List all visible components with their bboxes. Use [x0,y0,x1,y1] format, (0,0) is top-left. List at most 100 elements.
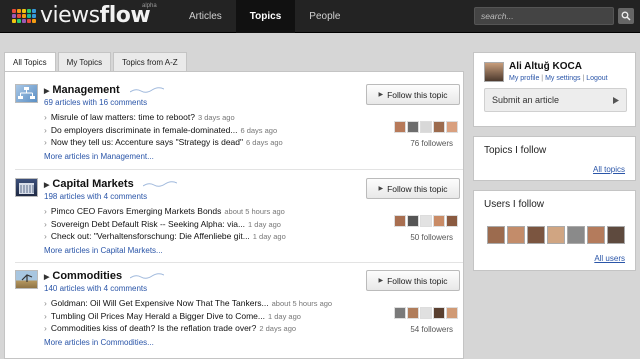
my-profile-link[interactable]: My profile [509,75,539,82]
avatar[interactable] [527,226,545,244]
more-articles-link[interactable]: More articles in Commodities... [44,338,154,347]
avatar[interactable] [433,307,445,319]
follow-topic-button[interactable]: ▶ Follow this topic [366,270,460,291]
follower-avatars [394,121,459,133]
my-settings-link[interactable]: My settings [545,75,580,82]
avatar[interactable] [484,62,504,82]
list-item[interactable]: › Tumbling Oil Prices May Herald a Bigger… [44,310,344,323]
activity-sparkline-icon [143,181,177,187]
topic-thumbnail[interactable] [15,84,38,103]
followers-count: 50 followers [410,233,453,242]
follow-topic-button[interactable]: ▶ Follow this topic [366,178,460,199]
topic-title-text: Commodities [52,270,123,282]
nav-people[interactable]: People [295,0,354,33]
follower-avatars [394,215,459,227]
list-item[interactable]: › Goldman: Oil Will Get Expensive Now Tha… [44,297,344,310]
list-item[interactable]: › Now they tell us: Accenture says "Strat… [44,136,344,149]
avatar[interactable] [394,307,406,319]
avatar[interactable] [547,226,565,244]
list-item[interactable]: › Do employers discriminate in female-dom… [44,124,344,137]
bullet-icon: › [44,231,47,241]
article-title: Tumbling Oil Prices May Herald a Bigger … [50,310,265,321]
follow-label: Follow this topic [387,89,448,100]
topic-thumbnail[interactable] [15,178,38,197]
search-button[interactable] [618,8,634,24]
avatar[interactable] [487,226,505,244]
article-title: Goldman: Oil Will Get Expensive Now That… [50,298,269,308]
building-icon [19,183,34,194]
tab-my-topics[interactable]: My Topics [57,52,112,72]
play-icon: ▶ [378,278,384,284]
list-item[interactable]: › Commodities kiss of death? Is the refla… [44,322,344,335]
article-time: 6 days ago [246,138,283,147]
nav-topics[interactable]: Topics [235,0,296,33]
logo-text: viewsflow [40,5,151,27]
divider [15,262,463,263]
list-item[interactable]: › Sovereign Debt Default Risk -- Seeking … [44,218,344,231]
more-articles-link[interactable]: More articles in Capital Markets... [44,246,163,255]
followers-count: 76 followers [410,139,453,148]
search-icon [621,11,631,21]
topic-title[interactable]: ▶ Capital Markets [44,178,134,190]
article-time: 3 days ago [197,113,235,122]
article-list: › Misrule of law matters: time to reboot?… [44,111,344,149]
all-topics-link[interactable]: All topics [593,165,625,174]
article-title: Misrule of law matters: time to reboot? [50,112,195,122]
avatar[interactable] [420,121,432,133]
article-time: 1 day ago [248,219,281,229]
list-item[interactable]: › Misrule of law matters: time to reboot?… [44,111,344,124]
list-item[interactable]: › Check out: "Verhaltensforschung: Die Af… [44,230,344,243]
avatar[interactable] [407,121,419,133]
avatar[interactable] [433,121,445,133]
link-separator: | [582,75,585,82]
tab-all-topics[interactable]: All Topics [4,52,56,73]
avatar[interactable] [567,226,585,244]
follow-topic-button[interactable]: ▶ Follow this topic [366,84,460,105]
search-input[interactable] [474,7,614,25]
topic-title-text: Management [52,84,120,96]
logout-link[interactable]: Logout [586,75,607,82]
avatar[interactable] [394,215,406,227]
user-name[interactable]: Ali Altuğ KOCA [509,61,582,72]
avatar[interactable] [420,215,432,227]
avatar[interactable] [433,215,445,227]
logo[interactable]: viewsflow [12,4,151,28]
avatar[interactable] [446,215,458,227]
topic-meta[interactable]: 69 articles with 16 comments [44,98,147,107]
avatar[interactable] [607,226,625,244]
list-item[interactable]: › Pimco CEO Favors Emerging Markets Bonds… [44,205,344,218]
topic-meta[interactable]: 140 articles with 4 comments [44,284,147,293]
avatar[interactable] [407,307,419,319]
activity-sparkline-icon [130,87,164,93]
user-card: Ali Altuğ KOCA My profile | My settings … [473,52,636,127]
topic-card-capital-markets: ▶ Capital Markets 198 articles with 4 com… [15,178,463,263]
all-users-link[interactable]: All users [594,254,625,263]
article-time: 2 days ago [259,324,297,333]
more-articles-link[interactable]: More articles in Management... [44,152,154,161]
nav-articles[interactable]: Articles [175,0,236,33]
avatar[interactable] [507,226,525,244]
activity-sparkline-icon [130,273,164,279]
bullet-icon: › [44,298,47,308]
divider [15,169,463,170]
tab-topics-a-z[interactable]: Topics from A-Z [113,52,187,72]
avatar[interactable] [446,121,458,133]
avatar[interactable] [394,121,406,133]
avatar[interactable] [587,226,605,244]
bullet-icon: › [44,218,47,229]
avatar[interactable] [446,307,458,319]
topic-meta[interactable]: 198 articles with 4 comments [44,192,147,201]
topic-thumbnail[interactable] [15,270,38,289]
avatar[interactable] [407,215,419,227]
box-title: Users I follow [484,199,545,210]
topic-tabs: All Topics My Topics Topics from A-Z [4,52,189,73]
article-time: about 5 hours ago [224,207,285,216]
topic-title[interactable]: ▶ Management [44,84,120,96]
expand-arrow-icon: ▶ [44,274,50,281]
topic-card-management: ▶ Management 69 articles with 16 comments… [15,84,463,170]
link-separator: | [541,75,544,82]
submit-article-button[interactable]: Submit an article [484,88,627,112]
topic-title[interactable]: ▶ Commodities [44,270,122,282]
avatar[interactable] [420,307,432,319]
follow-label: Follow this topic [387,183,448,194]
